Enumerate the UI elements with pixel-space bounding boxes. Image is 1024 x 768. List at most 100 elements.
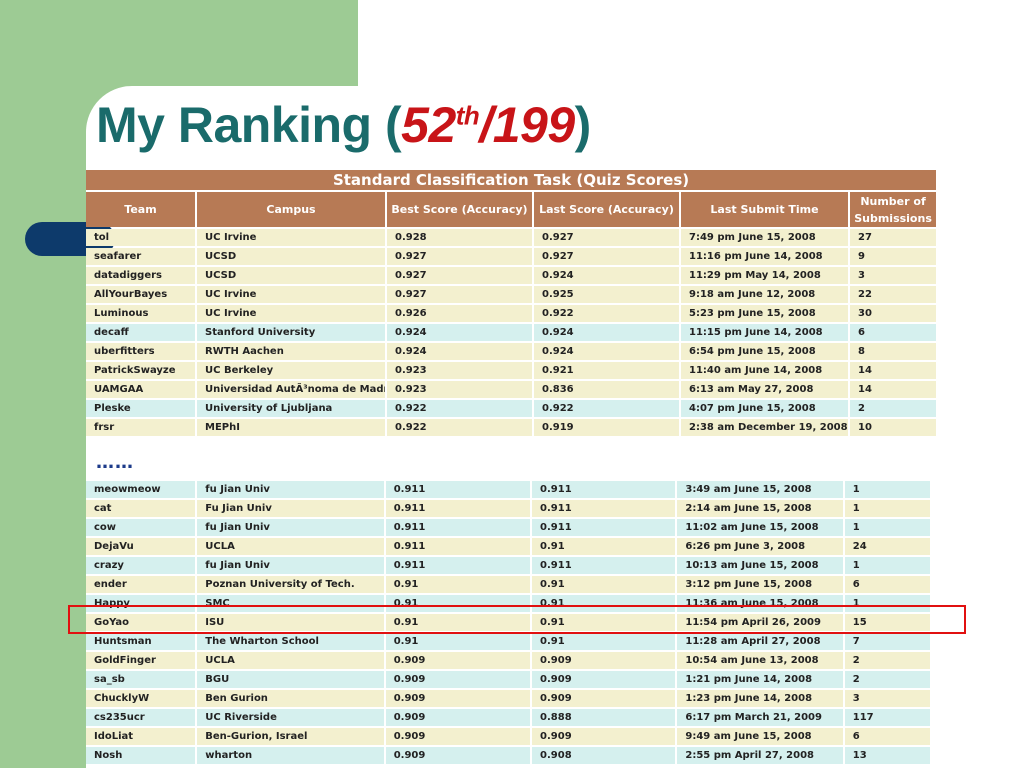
- cell-last-score: 0.925: [534, 286, 679, 303]
- cell-last-submit: 2:55 pm April 27, 2008: [677, 747, 843, 764]
- cell-best-score: 0.923: [387, 381, 532, 398]
- cell-best-score: 0.927: [387, 286, 532, 303]
- cell-best-score: 0.911: [385, 481, 531, 498]
- cell-campus: UC Berkeley: [197, 362, 385, 379]
- cell-campus: fu Jian Univ: [197, 519, 384, 536]
- cell-team: PatrickSwayze: [86, 362, 195, 379]
- cell-last-score: 0.91: [532, 576, 676, 593]
- cell-team: sa_sb: [86, 671, 196, 688]
- cell-best-score: 0.91: [385, 576, 531, 593]
- cell-last-score: 0.919: [534, 419, 679, 436]
- cell-last-submit: 11:40 am June 14, 2008: [681, 362, 848, 379]
- cell-campus: UCLA: [197, 538, 384, 555]
- cell-campus: UC Irvine: [197, 286, 385, 303]
- cell-campus: UC Irvine: [197, 305, 385, 322]
- header-team: Team: [86, 192, 195, 227]
- cell-submissions: 27: [850, 229, 937, 246]
- table-row: sa_sb BGU 0.909 0.909 1:21 pm June 14, 2008 2: [86, 671, 930, 688]
- cell-best-score: 0.911: [385, 519, 531, 536]
- rank-number: 52: [401, 97, 456, 153]
- cell-campus: MEPhI: [197, 419, 385, 436]
- cell-team: ender: [86, 576, 196, 593]
- cell-best-score: 0.922: [387, 400, 532, 417]
- cell-submissions: 1: [844, 481, 930, 498]
- cell-last-submit: 11:16 pm June 14, 2008: [681, 248, 848, 265]
- cell-last-submit: 6:54 pm June 15, 2008: [681, 343, 848, 360]
- omitted-rows-ellipsis: ……: [96, 452, 134, 473]
- cell-last-submit: 2:38 am December 19, 2008: [681, 419, 848, 436]
- table-row: frsr MEPhI 0.922 0.919 2:38 am December 19, …: [86, 419, 937, 436]
- cell-last-score: 0.911: [532, 481, 676, 498]
- cell-last-score: 0.911: [532, 519, 676, 536]
- cell-best-score: 0.909: [385, 671, 531, 688]
- cell-best-score: 0.924: [387, 343, 532, 360]
- header-last-submit: Last Submit Time: [681, 192, 848, 227]
- cell-last-score: 0.91: [532, 633, 676, 650]
- cell-last-submit: 6:26 pm June 3, 2008: [677, 538, 843, 555]
- table-row: crazy fu Jian Univ 0.911 0.911 10:13 am June…: [86, 557, 930, 574]
- cell-last-submit: 11:28 am April 27, 2008: [677, 633, 843, 650]
- cell-submissions: 22: [850, 286, 937, 303]
- cell-last-score: 0.924: [534, 343, 679, 360]
- top-background: [358, 0, 1024, 86]
- cell-campus: wharton: [197, 747, 384, 764]
- table-row: meowmeow fu Jian Univ 0.911 0.911 3:49 am Ju…: [86, 481, 930, 498]
- cell-submissions: 2: [844, 652, 930, 669]
- cell-submissions: 30: [850, 305, 937, 322]
- rank-value: 52th/199: [401, 97, 575, 153]
- cell-team: tol: [86, 229, 195, 246]
- cell-last-score: 0.911: [532, 500, 676, 517]
- cell-campus: UCSD: [197, 267, 385, 284]
- cell-best-score: 0.91: [385, 633, 531, 650]
- table-header-row: Team Campus Best Score (Accuracy) Last S…: [86, 192, 937, 227]
- cell-best-score: 0.927: [387, 267, 532, 284]
- title-suffix: ): [574, 97, 592, 153]
- table-row: decaff Stanford University 0.924 0.924 11:15…: [86, 324, 937, 341]
- table-row: cow fu Jian Univ 0.911 0.911 11:02 am June 1…: [86, 519, 930, 536]
- cell-team: decaff: [86, 324, 195, 341]
- cell-submissions: 8: [850, 343, 937, 360]
- table-row: cat Fu Jian Univ 0.911 0.911 2:14 am June 15…: [86, 500, 930, 517]
- cell-campus: Universidad AutÃ³noma de Madrid: [197, 381, 385, 398]
- cell-campus: Stanford University: [197, 324, 385, 341]
- ranking-table-top: Standard Classification Task (Quiz Score…: [84, 168, 938, 438]
- cell-last-submit: 3:12 pm June 15, 2008: [677, 576, 843, 593]
- cell-best-score: 0.911: [385, 538, 531, 555]
- cell-best-score: 0.928: [387, 229, 532, 246]
- cell-last-score: 0.909: [532, 671, 676, 688]
- cell-last-score: 0.836: [534, 381, 679, 398]
- cell-submissions: 117: [844, 709, 930, 726]
- cell-submissions: 13: [844, 747, 930, 764]
- cell-team: datadiggers: [86, 267, 195, 284]
- cell-team: AllYourBayes: [86, 286, 195, 303]
- cell-team: meowmeow: [86, 481, 196, 498]
- cell-last-score: 0.911: [532, 557, 676, 574]
- cell-campus: BGU: [197, 671, 384, 688]
- cell-last-submit: 9:18 am June 12, 2008: [681, 286, 848, 303]
- cell-submissions: 7: [844, 633, 930, 650]
- cell-campus: UCLA: [197, 652, 384, 669]
- cell-last-score: 0.927: [534, 248, 679, 265]
- cell-last-score: 0.909: [532, 652, 676, 669]
- cell-submissions: 2: [844, 671, 930, 688]
- cell-campus: UC Riverside: [197, 709, 384, 726]
- cell-best-score: 0.922: [387, 419, 532, 436]
- cell-team: DejaVu: [86, 538, 196, 555]
- cell-best-score: 0.909: [385, 709, 531, 726]
- cell-submissions: 9: [850, 248, 937, 265]
- table-row: Huntsman The Wharton School 0.91 0.91 11:28 …: [86, 633, 930, 650]
- cell-campus: Fu Jian Univ: [197, 500, 384, 517]
- cell-submissions: 14: [850, 362, 937, 379]
- table-row: ChucklyW Ben Gurion 0.909 0.909 1:23 pm June…: [86, 690, 930, 707]
- cell-submissions: 6: [850, 324, 937, 341]
- cell-last-score: 0.922: [534, 305, 679, 322]
- page-title: My Ranking (52th/199): [96, 96, 591, 154]
- header-campus: Campus: [197, 192, 385, 227]
- cell-last-submit: 3:49 am June 15, 2008: [677, 481, 843, 498]
- cell-campus: fu Jian Univ: [197, 557, 384, 574]
- cell-team: frsr: [86, 419, 195, 436]
- cell-team: cs235ucr: [86, 709, 196, 726]
- cell-campus: Poznan University of Tech.: [197, 576, 384, 593]
- cell-submissions: 3: [850, 267, 937, 284]
- cell-team: cat: [86, 500, 196, 517]
